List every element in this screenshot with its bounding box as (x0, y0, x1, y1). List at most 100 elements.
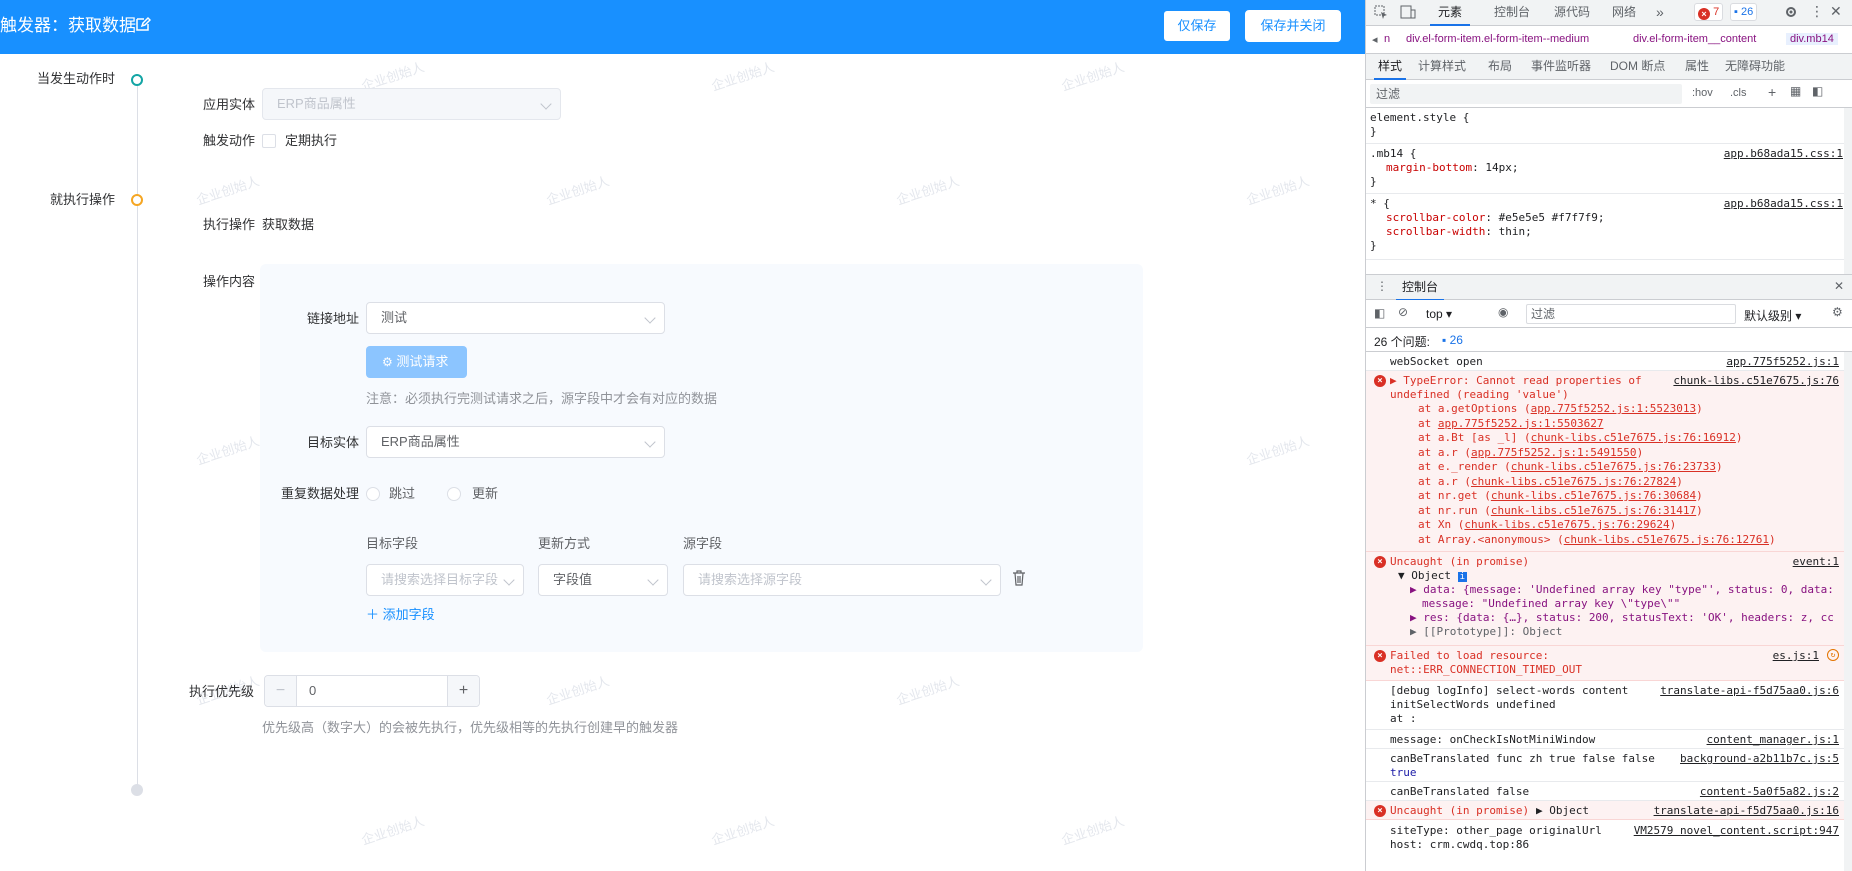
priority-value[interactable]: 0 (309, 676, 316, 706)
trash-icon[interactable] (1012, 570, 1026, 586)
stack-frame-link[interactable]: chunk-libs.c51e7675.js:76:31417 (1491, 504, 1696, 517)
stack-frame[interactable]: at nr.run (chunk-libs.c51e7675.js:76:314… (1418, 504, 1703, 517)
object-prop[interactable]: ▶ res: {data: {…}, status: 200, statusTe… (1410, 611, 1834, 624)
stack-frame[interactable]: at nr.get (chunk-libs.c51e7675.js:76:306… (1418, 489, 1703, 502)
issues-bar[interactable]: 26 个问题: ▪ 26 (1366, 328, 1852, 352)
context-select[interactable]: top ▾ (1426, 307, 1452, 321)
cls-toggle[interactable]: .cls (1730, 87, 1747, 99)
stack-frame-link[interactable]: chunk-libs.c51e7675.js:76:23733 (1511, 460, 1716, 473)
object-label[interactable]: ▶ Object (1536, 804, 1589, 817)
breadcrumb-item[interactable]: n (1384, 33, 1390, 45)
subtab-styles[interactable]: 样式 (1374, 54, 1407, 80)
stack-frame-link[interactable]: app.775f5252.js:1:5523013 (1531, 402, 1697, 415)
dup-skip-label[interactable]: 跳过 (389, 485, 415, 503)
console-source-link[interactable]: background-a2b11b7c.js:5 (1680, 752, 1839, 765)
kebab-menu-icon[interactable]: ⋮ (1810, 3, 1824, 20)
css-selector[interactable]: .mb14 { (1370, 147, 1416, 160)
source-field-select[interactable]: 请搜索选择源字段 (683, 564, 1001, 596)
priority-stepper[interactable]: − 0 + (264, 675, 480, 707)
settings-gear-icon[interactable] (1784, 5, 1798, 19)
console-filter-input[interactable]: 过滤 (1526, 304, 1736, 324)
add-field-link[interactable]: ＋ 添加字段 (366, 606, 435, 624)
stack-frame[interactable]: at a.r (chunk-libs.c51e7675.js:76:27824) (1418, 475, 1683, 488)
stack-frame-link[interactable]: chunk-libs.c51e7675.js:76:30684 (1491, 489, 1696, 502)
subtab-accessibility[interactable]: 无障碍功能 (1725, 54, 1785, 78)
new-rule-icon[interactable]: + (1768, 84, 1776, 100)
stack-frame[interactable]: at app.775f5252.js:1:5503627 (1418, 417, 1603, 430)
device-toggle-icon[interactable] (1400, 5, 1416, 19)
more-tabs-icon[interactable]: » (1656, 0, 1664, 24)
styles-scrollbar[interactable] (1844, 108, 1852, 274)
dup-skip-radio[interactable] (366, 487, 380, 501)
console-source-link[interactable]: VM2579 novel_content.script:947 (1634, 824, 1839, 837)
object-prop[interactable]: ▶ [[Prototype]]: Object (1410, 625, 1562, 638)
console-scrollbar[interactable] (1844, 352, 1852, 871)
method-select[interactable]: 字段值 (538, 564, 668, 596)
decrement-button[interactable]: − (265, 676, 297, 706)
close-drawer-icon[interactable]: ✕ (1834, 279, 1844, 293)
stack-frame-link[interactable]: chunk-libs.c51e7675.js:76:16912 (1531, 431, 1736, 444)
css-source-link[interactable]: app.b68ada15.css:1 (1724, 197, 1843, 210)
css-source-link[interactable]: app.b68ada15.css:1 (1724, 147, 1843, 160)
close-devtools-icon[interactable]: ✕ (1830, 3, 1842, 20)
object-prop[interactable]: ▶ data: {message: 'Undefined array key "… (1410, 583, 1834, 596)
console-source-link[interactable]: app.775f5252.js:1 (1726, 355, 1839, 368)
log-level-select[interactable]: 默认级别 ▾ (1744, 307, 1801, 324)
stack-frame[interactable]: at e._render (chunk-libs.c51e7675.js:76:… (1418, 460, 1723, 473)
console-source-link[interactable]: content_manager.js:1 (1707, 733, 1839, 746)
test-request-button[interactable]: ⚙ 测试请求 (366, 346, 467, 378)
scheduled-checkbox[interactable] (262, 134, 276, 148)
stack-frame-link[interactable]: chunk-libs.c51e7675.js:76:27824 (1471, 475, 1676, 488)
tab-elements[interactable]: 元素 (1430, 0, 1471, 26)
tab-sources[interactable]: 源代码 (1554, 0, 1590, 24)
subtab-layout[interactable]: 布局 (1488, 54, 1512, 78)
paint-icon[interactable]: ▦ (1790, 84, 1801, 98)
console-source-link[interactable]: event:1 (1793, 555, 1839, 568)
clear-console-icon[interactable]: ⊘ (1398, 305, 1408, 319)
inspect-icon[interactable] (1374, 5, 1388, 19)
drawer-menu-icon[interactable]: ⋮ (1376, 279, 1388, 293)
styles-filter-input[interactable]: 过滤 (1370, 84, 1682, 104)
url-select[interactable]: 测试 (366, 302, 665, 334)
error-count-badge[interactable]: × 7 (1694, 3, 1724, 21)
stack-frame-link[interactable]: app.775f5252.js:1:5491550 (1471, 446, 1637, 459)
console-source-link[interactable]: translate-api-f5d75aa0.js:6 (1660, 684, 1839, 697)
breadcrumb-item[interactable]: div.el-form-item.el-form-item--medium (1406, 33, 1589, 45)
console-source-link[interactable]: chunk-libs.c51e7675.js:76 (1673, 374, 1839, 387)
breadcrumb-item-active[interactable]: div.mb14 (1786, 33, 1838, 45)
dup-update-radio[interactable] (447, 487, 461, 501)
tab-network[interactable]: 网络 (1612, 0, 1636, 24)
message-count-badge[interactable]: ▪ 26 (1730, 3, 1758, 21)
dup-update-label[interactable]: 更新 (472, 485, 498, 503)
stack-frame[interactable]: at a.Bt [as _l] (chunk-libs.c51e7675.js:… (1418, 431, 1743, 444)
css-declaration[interactable]: scrollbar-width: thin; (1386, 225, 1532, 238)
subtab-dom-breakpoints[interactable]: DOM 断点 (1610, 54, 1665, 78)
stack-frame[interactable]: at Xn (chunk-libs.c51e7675.js:76:29624) (1418, 518, 1676, 531)
save-close-button[interactable]: 保存并关闭 (1245, 10, 1341, 42)
css-declaration[interactable]: scrollbar-color: #e5e5e5 #f7f7f9; (1386, 211, 1605, 224)
breadcrumb-item[interactable]: div.el-form-item__content (1633, 33, 1756, 45)
tab-console[interactable]: 控制台 (1494, 0, 1530, 24)
css-selector[interactable]: * { (1370, 197, 1390, 210)
console-settings-icon[interactable]: ⚙ (1832, 305, 1843, 319)
eye-icon[interactable]: ◉ (1498, 305, 1508, 319)
subtab-properties[interactable]: 属性 (1685, 54, 1709, 78)
stack-frame-link[interactable]: app.775f5252.js:1:5503627 (1438, 417, 1604, 430)
stack-frame[interactable]: at a.r (app.775f5252.js:1:5491550) (1418, 446, 1643, 459)
stack-frame-link[interactable]: chunk-libs.c51e7675.js:76:29624 (1464, 518, 1669, 531)
breadcrumb-back-icon[interactable]: ◂ (1372, 33, 1378, 46)
stack-frame[interactable]: at a.getOptions (app.775f5252.js:1:55230… (1418, 402, 1703, 415)
target-field-select[interactable]: 请搜索选择目标字段 (366, 564, 524, 596)
save-button[interactable]: 仅保存 (1163, 10, 1231, 42)
target-entity-select[interactable]: ERP商品属性 (366, 426, 665, 458)
sidebar-icon[interactable]: ◧ (1374, 306, 1385, 320)
hov-toggle[interactable]: :hov (1692, 87, 1713, 99)
css-selector[interactable]: element.style { (1370, 111, 1469, 124)
css-declaration[interactable]: margin-bottom: 14px; (1386, 161, 1518, 174)
console-source-link[interactable]: content-5a0f5a82.js:2 (1700, 785, 1839, 798)
subtab-computed[interactable]: 计算样式 (1418, 54, 1466, 78)
subtab-listeners[interactable]: 事件监听器 (1531, 54, 1591, 78)
increment-button[interactable]: + (447, 676, 479, 706)
object-tree-toggle[interactable]: ▼ Object i (1398, 569, 1468, 582)
error-text[interactable]: ▶ TypeError: Cannot read properties of (1390, 374, 1642, 387)
